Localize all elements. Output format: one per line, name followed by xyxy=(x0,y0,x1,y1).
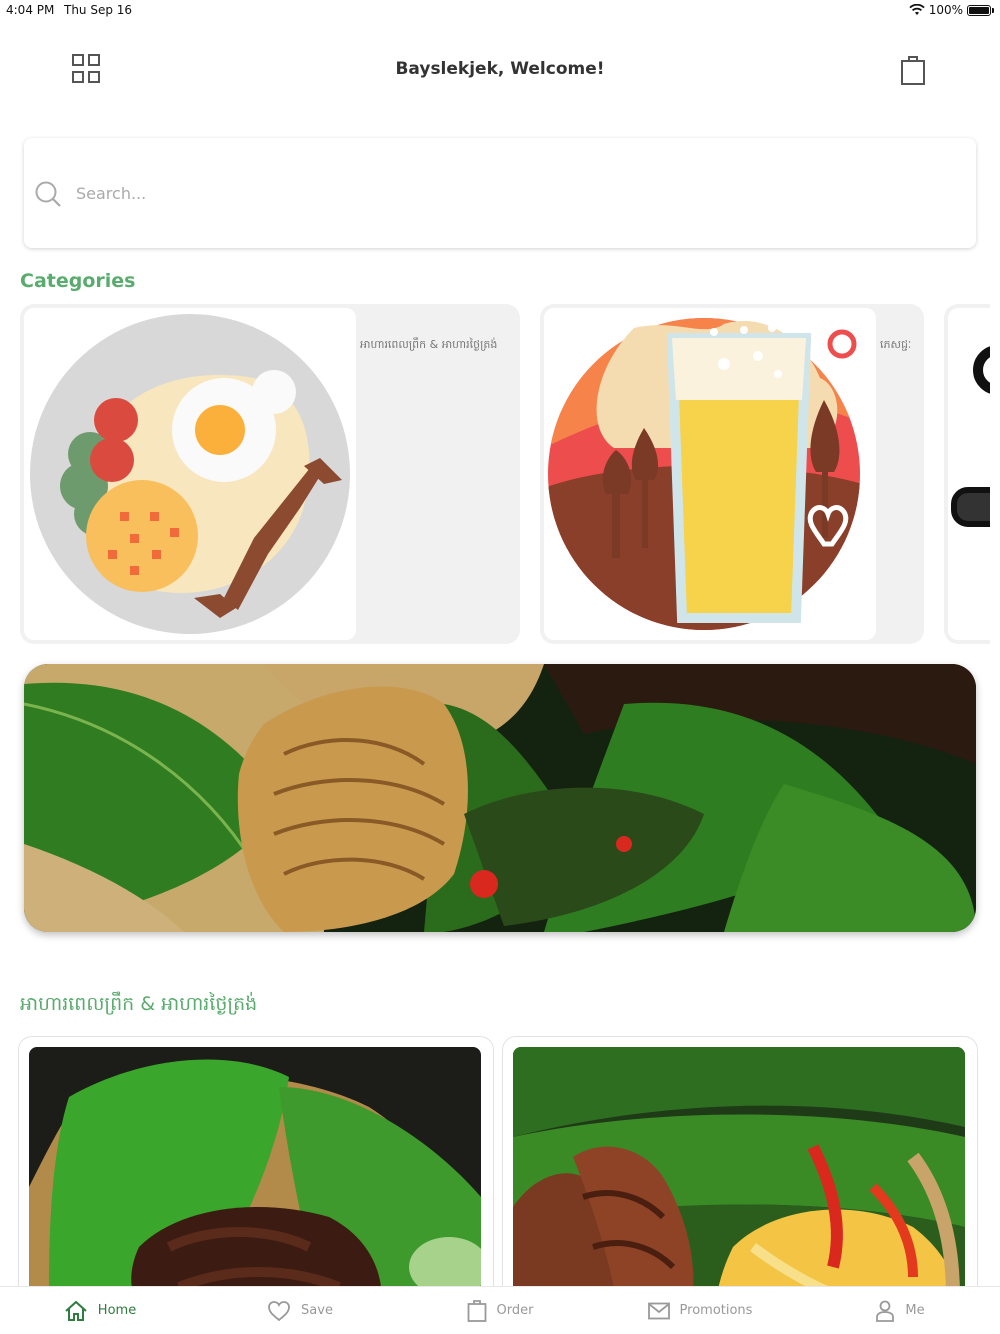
category-card-drinks[interactable]: ភេសជ្ជៈ xyxy=(540,304,924,644)
categories-title: Categories xyxy=(20,270,136,292)
home-icon xyxy=(65,1300,87,1321)
header: Bayslekjek, Welcome! xyxy=(0,40,1000,100)
search-icon xyxy=(35,181,61,207)
user-icon xyxy=(876,1300,895,1322)
status-bar: 4:04 PM Thu Sep 16 100% xyxy=(0,0,1000,22)
status-time: 4:04 PM xyxy=(6,3,55,17)
page-title: Bayslekjek, Welcome! xyxy=(395,59,605,79)
categories-strip[interactable]: អាហារពេលព្រឹក & អាហារថ្ងៃត្រង់ ភេសជ្ជៈ xyxy=(20,304,990,646)
search-input[interactable] xyxy=(76,178,956,208)
tab-label: Me xyxy=(905,1303,925,1318)
breakfast-section-title: អាហារពេលព្រឹក & អាហារថ្ងៃត្រង់ xyxy=(20,993,258,1015)
banner-grilled-fish[interactable] xyxy=(24,664,976,932)
tab-me[interactable]: Me xyxy=(800,1287,1000,1334)
partial-category-icon xyxy=(948,308,990,640)
tab-bar: Home Save Order Promotions Me xyxy=(0,1286,1000,1334)
tab-label: Save xyxy=(301,1303,333,1318)
breakfast-plate-icon xyxy=(24,308,356,640)
tab-save[interactable]: Save xyxy=(200,1287,400,1334)
tab-order[interactable]: Order xyxy=(400,1287,600,1334)
battery-percent: 100% xyxy=(928,3,963,17)
category-label: អាហារពេលព្រឹក & អាហារថ្ងៃត្រង់ xyxy=(360,338,498,351)
beer-glass-icon xyxy=(544,308,876,640)
tab-promotions[interactable]: Promotions xyxy=(600,1287,800,1334)
shopping-bag-icon[interactable] xyxy=(900,54,926,86)
tab-home[interactable]: Home xyxy=(0,1287,200,1334)
wifi-icon xyxy=(909,4,925,15)
category-label: ភេសជ្ជៈ xyxy=(880,338,912,351)
tab-label: Promotions xyxy=(679,1303,753,1318)
battery-icon xyxy=(967,4,991,16)
tab-label: Order xyxy=(496,1303,534,1318)
heart-icon xyxy=(268,1300,290,1321)
category-card-breakfast[interactable]: អាហារពេលព្រឹក & អាហារថ្ងៃត្រង់ xyxy=(20,304,520,644)
category-card-partial[interactable] xyxy=(944,304,990,644)
status-indicators: 100% xyxy=(909,3,994,17)
tab-label: Home xyxy=(97,1303,137,1318)
status-date: Thu Sep 16 xyxy=(64,3,133,17)
bag-icon xyxy=(467,1299,486,1322)
mail-icon xyxy=(647,1302,670,1319)
